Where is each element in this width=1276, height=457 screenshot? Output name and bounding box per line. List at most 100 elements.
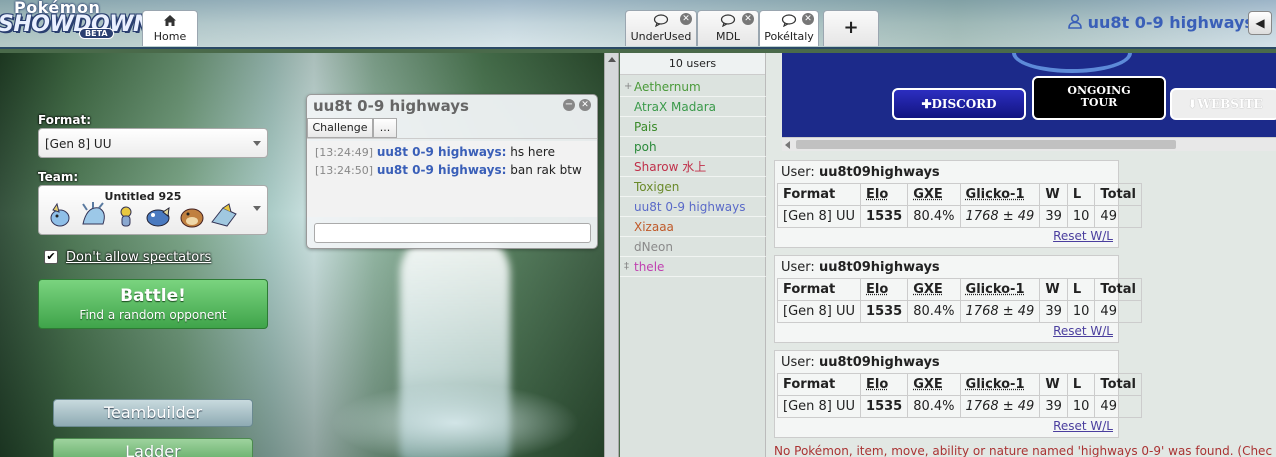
spectators-label[interactable]: Don't allow spectators bbox=[66, 250, 211, 265]
glicko-cell: 1768 ± 49 bbox=[960, 206, 1040, 228]
pm-title[interactable]: uu8t 0-9 highways bbox=[313, 97, 469, 115]
user-list-item[interactable]: Toxigen bbox=[620, 177, 766, 197]
pm-input[interactable] bbox=[314, 223, 591, 243]
challenge-button[interactable]: Challenge bbox=[307, 118, 373, 138]
column-header: L bbox=[1067, 374, 1095, 396]
pokemon-sprite-icon bbox=[177, 202, 207, 230]
close-icon[interactable]: ✕ bbox=[742, 13, 754, 25]
tab-underused[interactable]: ✕ UnderUsed bbox=[625, 10, 697, 46]
column-header: Glicko-1 bbox=[960, 374, 1040, 396]
gxe-cell: 80.4% bbox=[908, 301, 960, 323]
pane-divider[interactable] bbox=[604, 53, 619, 457]
user-name: AtraX Madara bbox=[634, 100, 716, 114]
wins-cell: 39 bbox=[1040, 301, 1068, 323]
tab-home[interactable]: Home bbox=[142, 10, 198, 46]
rank-user-name[interactable]: uu8t09highways bbox=[819, 260, 940, 275]
reset-wl-link[interactable]: Reset W/L bbox=[1053, 229, 1113, 243]
rank-card: User: uu8t09highways Format Elo GXE Glicko-1… bbox=[774, 160, 1119, 248]
total-cell: 49 bbox=[1095, 206, 1142, 228]
format-label: Format: bbox=[38, 113, 91, 127]
column-header: Format bbox=[778, 184, 861, 206]
table-row: [Gen 8] UU 1535 80.4% 1768 ± 49 39 10 49 bbox=[778, 206, 1142, 228]
column-header: GXE bbox=[908, 184, 960, 206]
user-list-item[interactable]: uu8t 0-9 highways bbox=[620, 197, 766, 217]
teambuilder-button[interactable]: Teambuilder bbox=[53, 399, 253, 427]
format-cell: [Gen 8] UU bbox=[778, 301, 861, 323]
room-banner: ✚DISCORD ONGOING TOUR ⬇WEBSITE bbox=[782, 53, 1276, 137]
rank-table: Format Elo GXE Glicko-1 W L Total [Gen 8] UU 153… bbox=[777, 373, 1142, 418]
column-header: Glicko-1 bbox=[960, 279, 1040, 301]
losses-cell: 10 bbox=[1067, 396, 1095, 418]
user-rank-symbol: + bbox=[624, 77, 632, 97]
total-cell: 49 bbox=[1095, 301, 1142, 323]
ongoing-tour-button[interactable]: ONGOING TOUR bbox=[1032, 76, 1166, 120]
scroll-thumb[interactable] bbox=[796, 140, 1176, 149]
user-icon bbox=[1068, 14, 1082, 29]
wins-cell: 39 bbox=[1040, 396, 1068, 418]
pm-message: [13:24:50] uu8t 0-9 highways: ban rak bt… bbox=[315, 163, 589, 178]
team-select[interactable]: Untitled 925 bbox=[38, 185, 268, 235]
message-user[interactable]: uu8t 0-9 highways: bbox=[377, 145, 507, 159]
rank-user-name[interactable]: uu8t09highways bbox=[819, 355, 940, 370]
rank-user-label: User: bbox=[781, 260, 815, 275]
rank-user-label: User: bbox=[781, 355, 815, 370]
column-header: Total bbox=[1095, 374, 1142, 396]
rank-table-header: Format Elo GXE Glicko-1 W L Total bbox=[778, 184, 1142, 206]
rank-user-name[interactable]: uu8t09highways bbox=[819, 165, 940, 180]
user-list-item[interactable]: Pais bbox=[620, 117, 766, 137]
rank-card: User: uu8t09highways Format Elo GXE Glicko-1… bbox=[774, 350, 1119, 438]
losses-cell: 10 bbox=[1067, 301, 1095, 323]
minimize-icon[interactable]: − bbox=[563, 99, 575, 111]
message-text: ban rak btw bbox=[510, 163, 582, 177]
close-icon[interactable]: ✕ bbox=[802, 13, 814, 25]
horizontal-scrollbar[interactable] bbox=[782, 137, 1276, 151]
add-room-tab[interactable]: + bbox=[823, 10, 879, 46]
discord-button[interactable]: ✚DISCORD bbox=[892, 88, 1026, 120]
user-list-item[interactable]: Xizaaa bbox=[620, 217, 766, 237]
scroll-left-icon[interactable] bbox=[785, 141, 790, 149]
user-name: Toxigen bbox=[634, 180, 679, 194]
current-user[interactable]: uu8t 0-9 highways bbox=[1068, 13, 1254, 32]
user-rank-symbol: ‡ bbox=[624, 257, 629, 277]
close-icon[interactable]: ✕ bbox=[680, 13, 692, 25]
user-name: dNeon bbox=[634, 240, 673, 254]
showdown-logo[interactable]: Pokémon SHOWDOWN BETA bbox=[0, 0, 138, 44]
ladder-button[interactable]: Ladder bbox=[53, 438, 253, 457]
website-button[interactable]: ⬇WEBSITE bbox=[1170, 88, 1276, 120]
reset-wl-link[interactable]: Reset W/L bbox=[1053, 324, 1113, 338]
pm-log: [13:24:49] uu8t 0-9 highways: hs here [1… bbox=[307, 141, 597, 217]
user-list-item[interactable]: Sharow 水上 bbox=[620, 157, 766, 177]
battle-button-subtitle: Find a random opponent bbox=[39, 308, 267, 322]
chevron-down-icon bbox=[253, 141, 261, 146]
elo-cell: 1535 bbox=[861, 396, 908, 418]
sound-button[interactable]: ◀ bbox=[1248, 11, 1272, 35]
message-user[interactable]: uu8t 0-9 highways: bbox=[377, 163, 507, 177]
column-header: Elo bbox=[861, 184, 908, 206]
more-options-button[interactable]: ... bbox=[373, 118, 397, 138]
column-header: W bbox=[1040, 374, 1068, 396]
user-list-item[interactable]: AtraX Madara bbox=[620, 97, 766, 117]
format-value: [Gen 8] UU bbox=[45, 137, 111, 151]
wins-cell: 39 bbox=[1040, 206, 1068, 228]
user-list-item[interactable]: ‡ thele bbox=[620, 257, 766, 277]
battle-button[interactable]: Battle! Find a random opponent bbox=[38, 279, 268, 329]
format-select[interactable]: [Gen 8] UU bbox=[38, 128, 268, 158]
close-icon[interactable]: ✕ bbox=[579, 99, 591, 111]
user-list-item[interactable]: dNeon bbox=[620, 237, 766, 257]
banner-decoration bbox=[1012, 53, 1132, 73]
user-list-item[interactable]: + Aethernum bbox=[620, 77, 766, 97]
timestamp: [13:24:49] bbox=[315, 146, 373, 159]
reset-wl-link[interactable]: Reset W/L bbox=[1053, 419, 1113, 433]
message-text: hs here bbox=[510, 145, 555, 159]
column-header: L bbox=[1067, 279, 1095, 301]
losses-cell: 10 bbox=[1067, 206, 1095, 228]
tab-mdl[interactable]: ✕ MDL bbox=[697, 10, 759, 46]
user-count[interactable]: 10 users bbox=[620, 53, 765, 75]
gxe-cell: 80.4% bbox=[908, 206, 960, 228]
user-list-item[interactable]: poh bbox=[620, 137, 766, 157]
user-name: Pais bbox=[634, 120, 658, 134]
speaker-icon: ◀ bbox=[1255, 16, 1264, 30]
logo-main-text: SHOWDOWN bbox=[0, 12, 151, 37]
spectators-checkbox[interactable]: ✔ bbox=[44, 250, 58, 264]
tab-pokeitaly[interactable]: ✕ PokéItaly bbox=[759, 10, 819, 46]
